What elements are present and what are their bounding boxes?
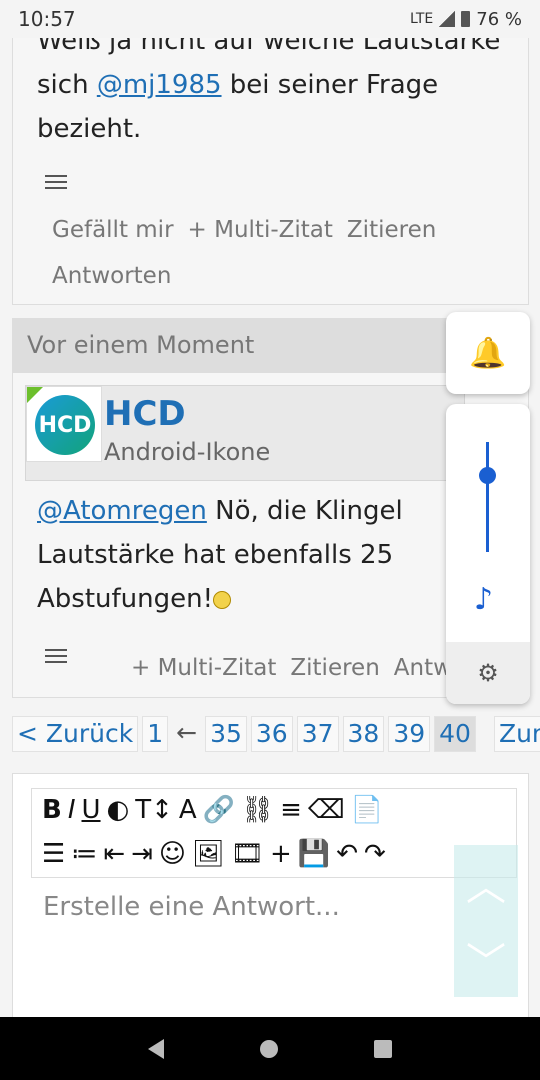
reply-button[interactable]: Antworten xyxy=(52,263,171,289)
color-icon[interactable]: ◐ xyxy=(107,795,130,825)
toolbar-row-1: B I U ◐ T↕ A 🔗 ⛓ ≡ ⌫ 📄 xyxy=(42,795,383,825)
save-icon[interactable]: 💾 xyxy=(298,839,330,869)
page-link[interactable]: 39 xyxy=(388,716,431,752)
network-label: LTE xyxy=(409,11,434,27)
pagination: < Zurück 1 ← 35 36 37 38 39 40 Zum en xyxy=(12,716,540,752)
mention-link[interactable]: @mj1985 xyxy=(97,70,222,100)
author-card[interactable]: HCD HCD Android-Ikone xyxy=(25,385,465,481)
bold-icon[interactable]: B xyxy=(42,795,62,825)
post-1-body: Weiß ja nicht auf welche Lautstärke sich… xyxy=(37,38,517,151)
signal-icon xyxy=(439,11,456,27)
battery-icon xyxy=(461,11,471,27)
post-2-body: @Atomregen Nö, die Klingel Lautstärke ha… xyxy=(37,489,457,621)
image-icon[interactable]: 🖼 xyxy=(192,839,225,869)
quote-button[interactable]: Zitieren xyxy=(347,217,436,243)
current-page: 40 xyxy=(434,716,476,752)
post-1-actions: Gefällt mir + Multi-Zitat Zitieren Antwort… xyxy=(52,207,492,299)
home-icon[interactable] xyxy=(260,1039,278,1058)
back-icon[interactable] xyxy=(148,1038,164,1059)
status-bar: 10:57 LTE 76 % xyxy=(0,0,540,38)
font-icon[interactable]: A xyxy=(179,795,197,825)
volume-thumb[interactable] xyxy=(479,467,496,484)
eraser-icon[interactable]: ⌫ xyxy=(308,795,345,825)
reply-input[interactable]: Erstelle eine Antwort... xyxy=(43,892,340,922)
recents-icon[interactable] xyxy=(374,1039,392,1058)
unlink-icon[interactable]: ⛓ xyxy=(241,795,274,825)
align-icon[interactable]: ≡ xyxy=(280,795,302,825)
music-note-icon: ♪ xyxy=(474,582,494,617)
pagination-ellipsis: ← xyxy=(176,718,198,747)
scroll-up-icon[interactable]: ︿ xyxy=(466,854,506,912)
page-link-1[interactable]: 1 xyxy=(142,716,169,752)
page-link[interactable]: 38 xyxy=(342,716,385,752)
page-link[interactable]: 36 xyxy=(250,716,293,752)
avatar[interactable]: HCD xyxy=(26,386,102,462)
ringer-mode-button[interactable]: 🔔 xyxy=(446,312,530,394)
font-size-icon[interactable]: T↕ xyxy=(135,795,173,825)
page-link[interactable]: 35 xyxy=(205,716,247,752)
page-link[interactable]: 37 xyxy=(296,716,339,752)
status-icons: LTE 76 % xyxy=(410,9,522,30)
insert-icon[interactable]: + xyxy=(270,839,292,869)
link-icon[interactable]: 🔗 xyxy=(203,795,235,825)
indent-icon[interactable]: ⇥ xyxy=(131,839,153,869)
reply-editor[interactable]: B I U ◐ T↕ A 🔗 ⛓ ≡ ⌫ 📄 ☰ ≔ ⇤ ⇥ ☺ 🖼 🎞 + 💾… xyxy=(12,773,529,1017)
post-1: Weiß ja nicht auf welche Lautstärke sich… xyxy=(12,38,529,305)
underline-icon[interactable]: U xyxy=(82,795,101,825)
online-indicator xyxy=(27,387,43,403)
multiquote-button[interactable]: + Multi-Zitat xyxy=(131,655,276,681)
media-icon[interactable]: 🎞 xyxy=(231,839,264,869)
author-rank: Android-Ikone xyxy=(104,438,271,466)
mention-link[interactable]: @Atomregen xyxy=(37,496,207,526)
author-name[interactable]: HCD xyxy=(104,394,186,434)
avatar-logo: HCD xyxy=(35,395,95,455)
multiquote-button[interactable]: + Multi-Zitat xyxy=(188,217,333,243)
bullet-list-icon[interactable]: ☰ xyxy=(42,839,65,869)
next-page-link[interactable]: Zum en xyxy=(493,716,540,752)
prev-page-link[interactable]: < Zurück xyxy=(12,716,139,752)
menu-icon[interactable] xyxy=(45,175,67,191)
scroll-down-icon[interactable]: ﹀ xyxy=(466,930,506,988)
media-volume-slider[interactable]: ♪ ⚙ xyxy=(446,404,530,704)
smiley-icon[interactable]: ☺ xyxy=(159,839,186,869)
redo-icon[interactable]: ↷ xyxy=(364,839,386,869)
outdent-icon[interactable]: ⇤ xyxy=(103,839,125,869)
volume-track xyxy=(486,442,489,552)
source-icon[interactable]: 📄 xyxy=(351,795,383,825)
navigation-bar xyxy=(0,1017,540,1080)
menu-icon[interactable] xyxy=(45,649,67,665)
undo-icon[interactable]: ↶ xyxy=(336,839,358,869)
battery-level: 76 % xyxy=(476,8,522,30)
smiley-icon xyxy=(213,591,232,609)
quote-button[interactable]: Zitieren xyxy=(290,655,379,681)
gear-icon[interactable]: ⚙ xyxy=(446,642,530,704)
status-time: 10:57 xyxy=(18,7,76,31)
scroll-buttons: ︿ ﹀ xyxy=(454,845,518,997)
numbered-list-icon[interactable]: ≔ xyxy=(71,839,97,869)
bell-icon: 🔔 xyxy=(469,335,507,371)
italic-icon[interactable]: I xyxy=(68,795,76,825)
toolbar-row-2: ☰ ≔ ⇤ ⇥ ☺ 🖼 🎞 + 💾 ↶ ↷ xyxy=(42,839,386,869)
editor-toolbar: B I U ◐ T↕ A 🔗 ⛓ ≡ ⌫ 📄 ☰ ≔ ⇤ ⇥ ☺ 🖼 🎞 + 💾… xyxy=(31,788,517,878)
like-button[interactable]: Gefällt mir xyxy=(52,217,174,243)
